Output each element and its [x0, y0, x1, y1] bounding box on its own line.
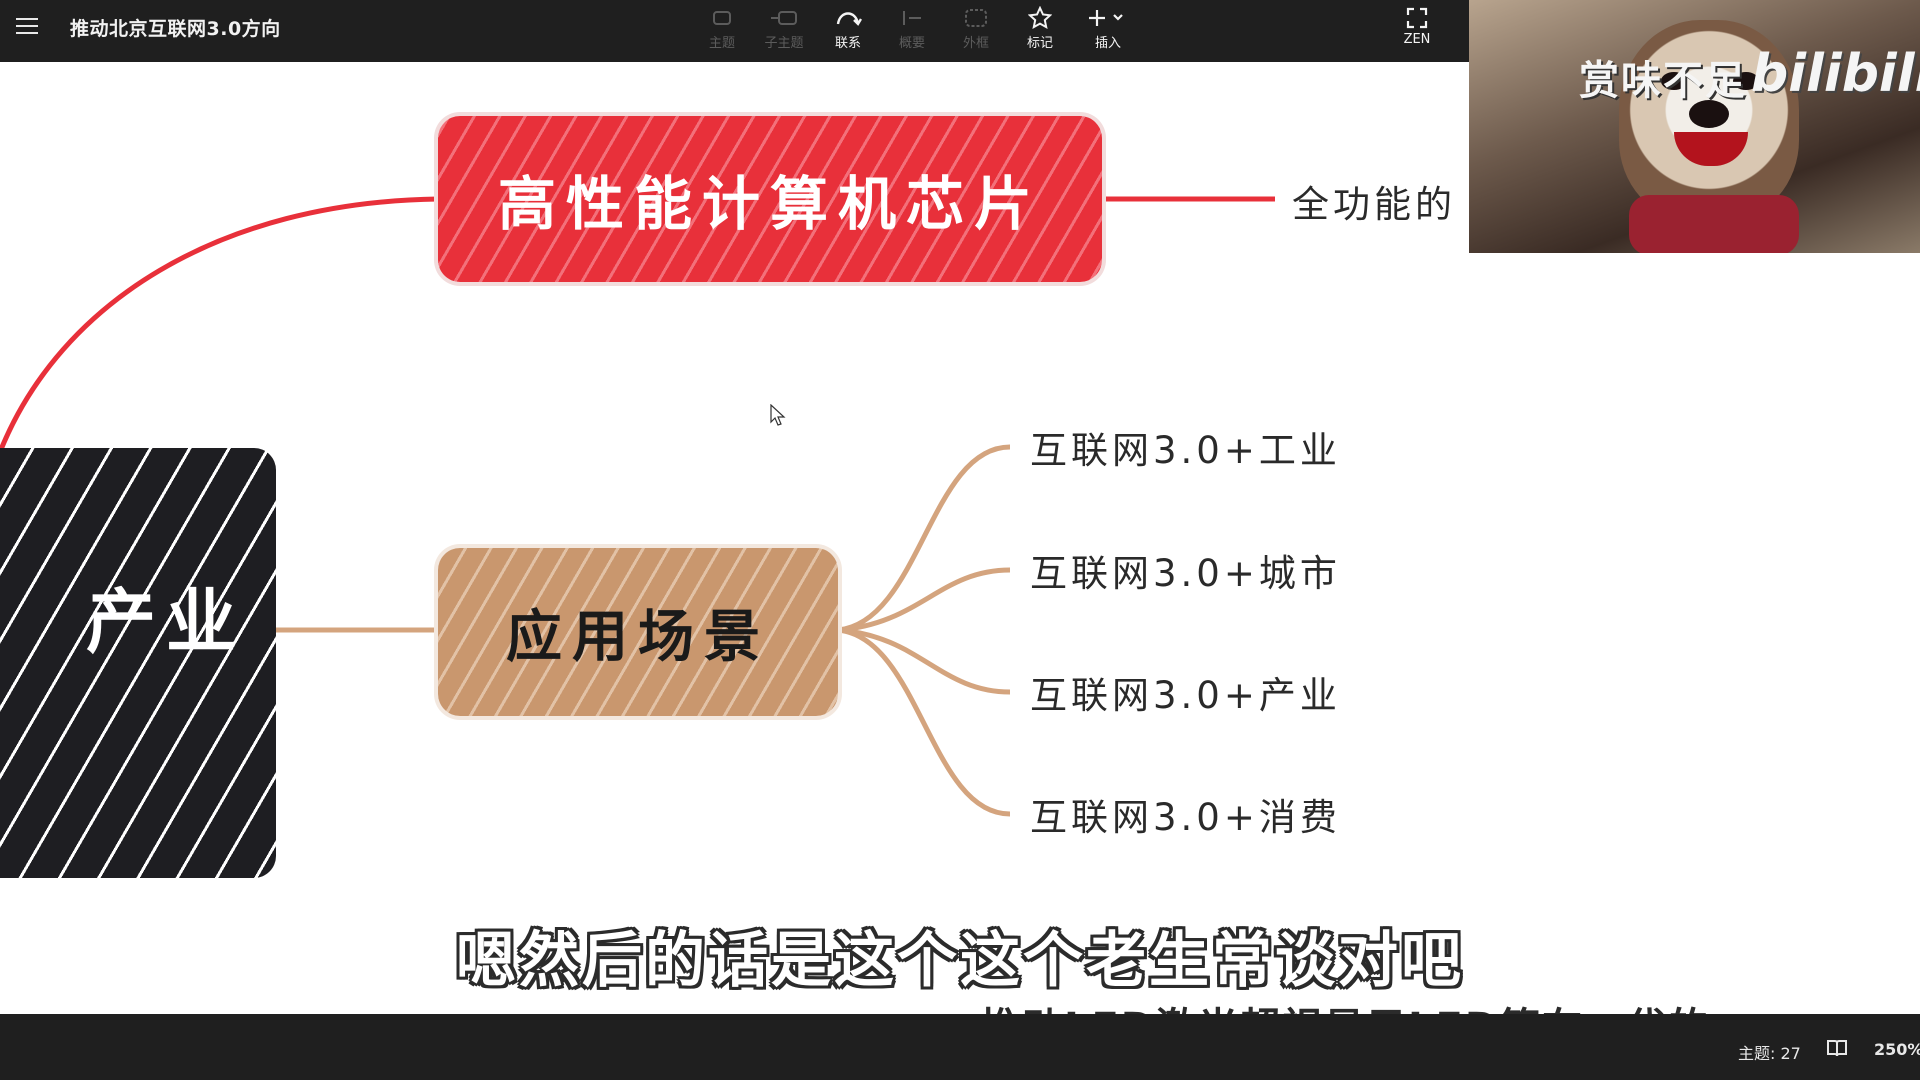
relationship-label: 联系 — [834, 36, 861, 51]
relationship-icon — [834, 4, 862, 32]
video-subtitle-partial: 推动LED激光超视显示LED等在一代的 — [980, 998, 1710, 1014]
topic-icon — [711, 4, 733, 32]
webcam-overlay: 赏味不足 bilibili — [1469, 0, 1920, 253]
zen-button[interactable]: ZEN — [1387, 4, 1447, 58]
chip-node[interactable]: 高性能计算机芯片 — [438, 116, 1102, 282]
scenario-child-industry[interactable]: 互联网3.0+工业 — [1030, 420, 1341, 474]
summary-button[interactable]: 概要 — [882, 4, 942, 58]
topic-count: 主题: 27 — [1738, 1044, 1801, 1063]
chip-node-label: 高性能计算机芯片 — [497, 170, 1042, 238]
marker-button[interactable]: 标记 — [1010, 4, 1070, 58]
summary-icon — [900, 4, 924, 32]
mouse-pointer-icon — [770, 404, 786, 426]
zoom-level[interactable]: 250% — [1874, 1040, 1920, 1059]
video-subtitle: 嗯然后的话是这个这个老生常谈对吧 — [456, 926, 1464, 996]
scenario-node[interactable]: 应用场景 — [438, 548, 838, 716]
insert-label: 插入 — [1094, 36, 1121, 51]
boundary-label: 外框 — [962, 36, 989, 51]
scenario-node-label: 应用场景 — [506, 604, 770, 670]
topic-label: 主题 — [708, 36, 735, 51]
plus-icon — [1086, 4, 1130, 32]
document-title: 推动北京互联网3.0方向 — [70, 18, 281, 40]
root-node-label: 产业 — [86, 581, 246, 663]
topic-button[interactable]: 主题 — [692, 4, 752, 58]
subtopic-label: 子主题 — [764, 36, 804, 51]
zen-label: ZEN — [1403, 32, 1431, 47]
scenario-child-industry2[interactable]: 互联网3.0+产业 — [1030, 665, 1341, 719]
webcam-banner-text: 赏味不足 — [1579, 58, 1747, 104]
outline-book-icon[interactable] — [1826, 1038, 1848, 1062]
star-icon — [1028, 4, 1052, 32]
marker-label: 标记 — [1026, 36, 1053, 51]
chip-child-node[interactable]: 全功能的 — [1292, 174, 1456, 228]
root-node[interactable]: 产业 — [0, 448, 276, 878]
bilibili-logo: bilibili — [1751, 44, 1920, 104]
summary-label: 概要 — [898, 36, 925, 51]
insert-button[interactable]: 插入 — [1078, 4, 1138, 58]
relationship-button[interactable]: 联系 — [818, 4, 878, 58]
boundary-button[interactable]: 外框 — [946, 4, 1006, 58]
subtopic-button[interactable]: 子主题 — [754, 4, 814, 58]
subtopic-icon — [769, 4, 799, 32]
scenario-child-city[interactable]: 互联网3.0+城市 — [1030, 543, 1341, 597]
bottom-status-bar: 主题: 27 250% — [0, 1014, 1920, 1080]
boundary-icon — [963, 4, 989, 32]
scenario-child-consumption[interactable]: 互联网3.0+消费 — [1030, 787, 1341, 841]
fullscreen-icon — [1406, 4, 1428, 32]
dog-scarf — [1629, 195, 1799, 253]
hamburger-menu-icon[interactable] — [16, 14, 40, 38]
